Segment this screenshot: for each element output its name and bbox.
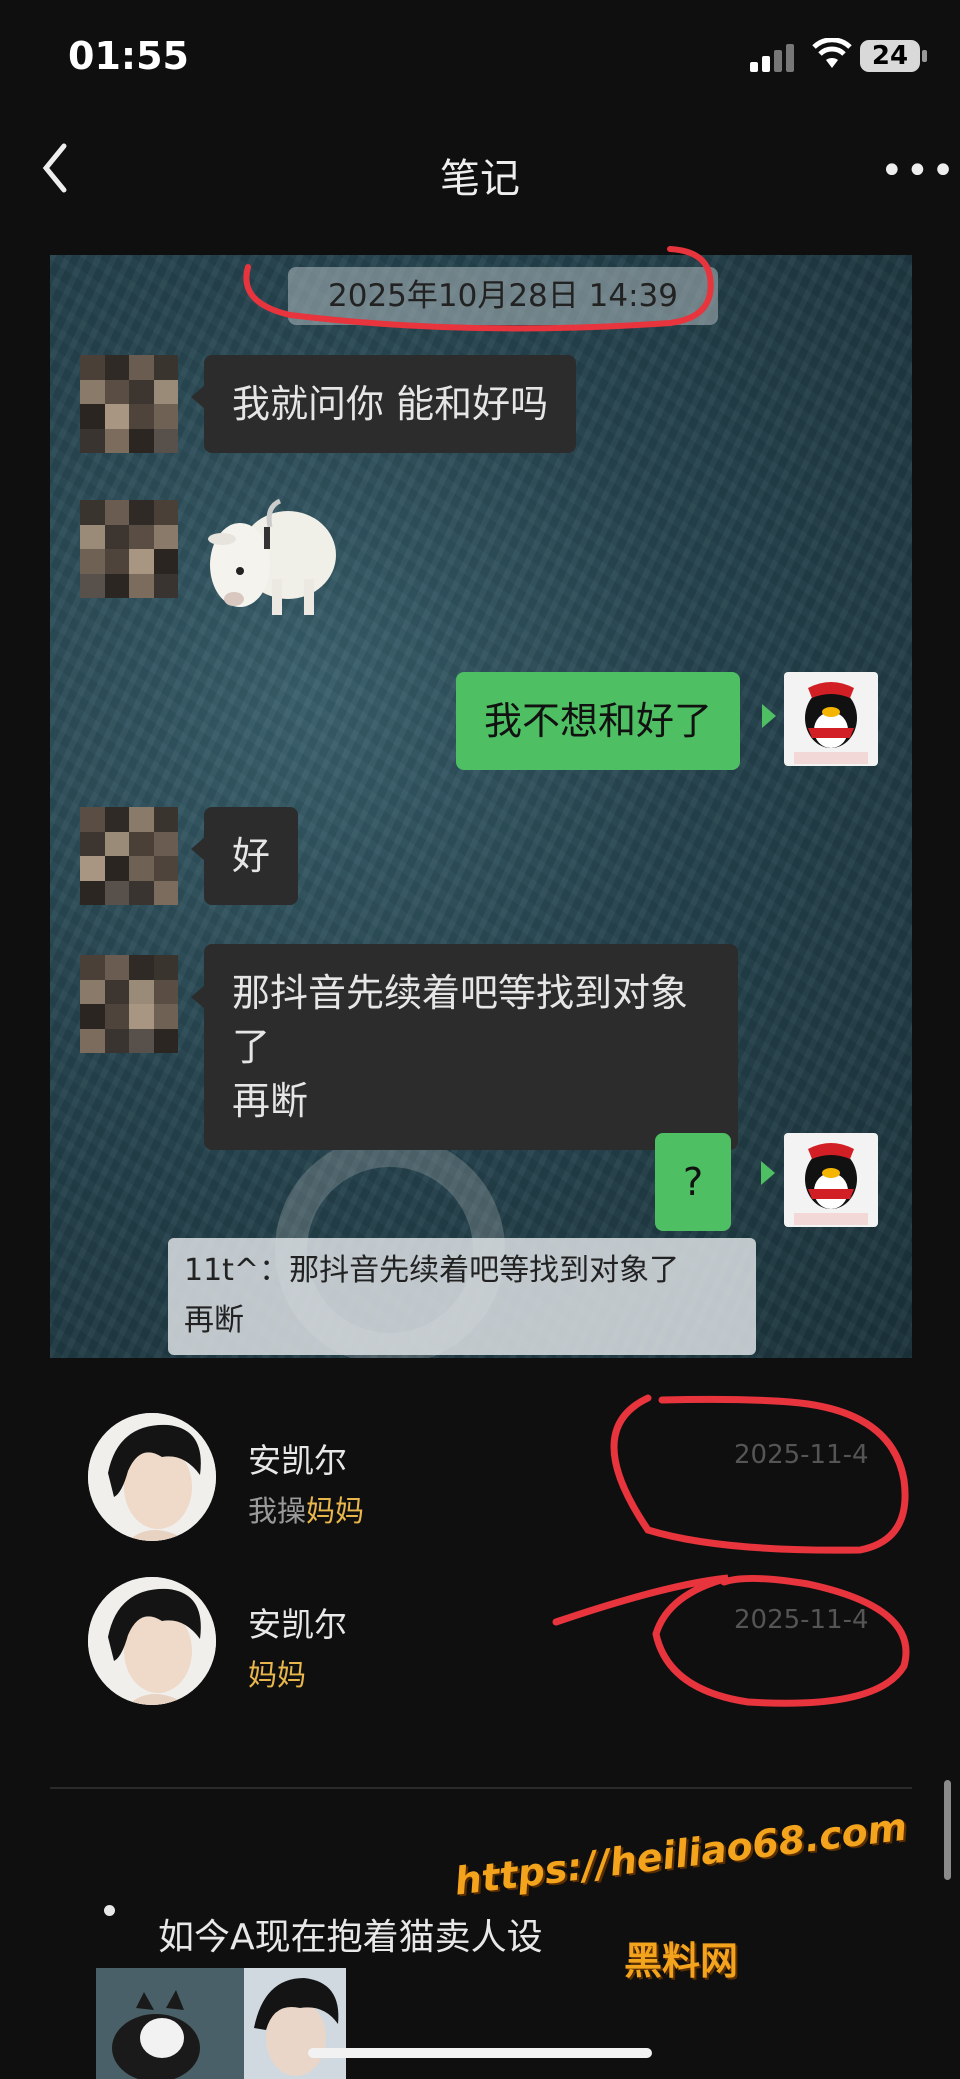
commenter-name[interactable]: 安凯尔 (248, 1434, 347, 1482)
watermark-url: https://heiliao68.com (452, 1804, 910, 1904)
red-circle-annotation (243, 246, 714, 332)
comment-highlight: 妈妈 (306, 1494, 365, 1528)
comment-prefix: 我操 (248, 1494, 307, 1528)
blurred-avatar (80, 355, 178, 453)
scrollbar[interactable] (944, 1780, 951, 1880)
commenter-avatar[interactable] (88, 1577, 216, 1705)
status-time: 01:55 (68, 34, 189, 78)
blurred-avatar (80, 500, 178, 598)
comment-text: 妈妈 (248, 1652, 306, 1694)
section-divider (50, 1787, 912, 1789)
quote-line: 11t^：那抖音先续着吧等找到对象了 (184, 1253, 680, 1288)
wifi-icon (812, 37, 852, 79)
blurred-avatar (80, 955, 178, 1053)
goat-sticker[interactable] (200, 487, 340, 627)
comment-highlight: 妈妈 (248, 1658, 307, 1692)
comment-text: 我操妈妈 (248, 1488, 364, 1530)
qq-penguin-avatar (784, 672, 878, 766)
quote-line: 再断 (184, 1303, 244, 1338)
battery-icon (922, 50, 927, 62)
message-bubble-right: ? (655, 1133, 732, 1231)
commenter-name[interactable]: 安凯尔 (248, 1598, 347, 1646)
more-options-icon[interactable]: ••• (880, 148, 957, 194)
message-bubble-left: 我就问你 能和好吗 (204, 355, 577, 453)
home-indicator[interactable] (308, 2048, 652, 2058)
message-line: 那抖音先续着吧等找到对象了 (232, 971, 689, 1069)
cellular-signal-icon (750, 42, 798, 72)
message-bubble-right: 我不想和好了 (456, 672, 741, 770)
chat-screenshot[interactable]: 2025年10月28日 14:39 我就问你 能和好吗 我不想和好了 好 那抖音… (50, 255, 912, 1358)
red-circle-annotation (610, 1394, 909, 1554)
red-circle-annotation (552, 1574, 910, 1707)
person-photo-thumbnail[interactable] (244, 1968, 346, 2079)
bullet-icon (104, 1905, 115, 1916)
page-title: 笔记 (440, 156, 520, 202)
message-line: 再断 (232, 1079, 309, 1123)
qq-penguin-avatar (784, 1133, 878, 1227)
battery-level: 24 (860, 40, 920, 72)
message-bubble-left: 好 (204, 807, 299, 905)
commenter-avatar[interactable] (88, 1413, 216, 1541)
watermark-site: 黑料网 (624, 1939, 739, 1983)
message-bubble-left: 那抖音先续着吧等找到对象了 再断 (204, 944, 738, 1150)
quoted-message: 11t^：那抖音先续着吧等找到对象了 再断 (168, 1238, 756, 1355)
cat-photo-thumbnail[interactable] (96, 1968, 244, 2079)
blurred-avatar (80, 807, 178, 905)
body-text: 如今A现在抱着猫卖人设 (158, 1917, 543, 1958)
